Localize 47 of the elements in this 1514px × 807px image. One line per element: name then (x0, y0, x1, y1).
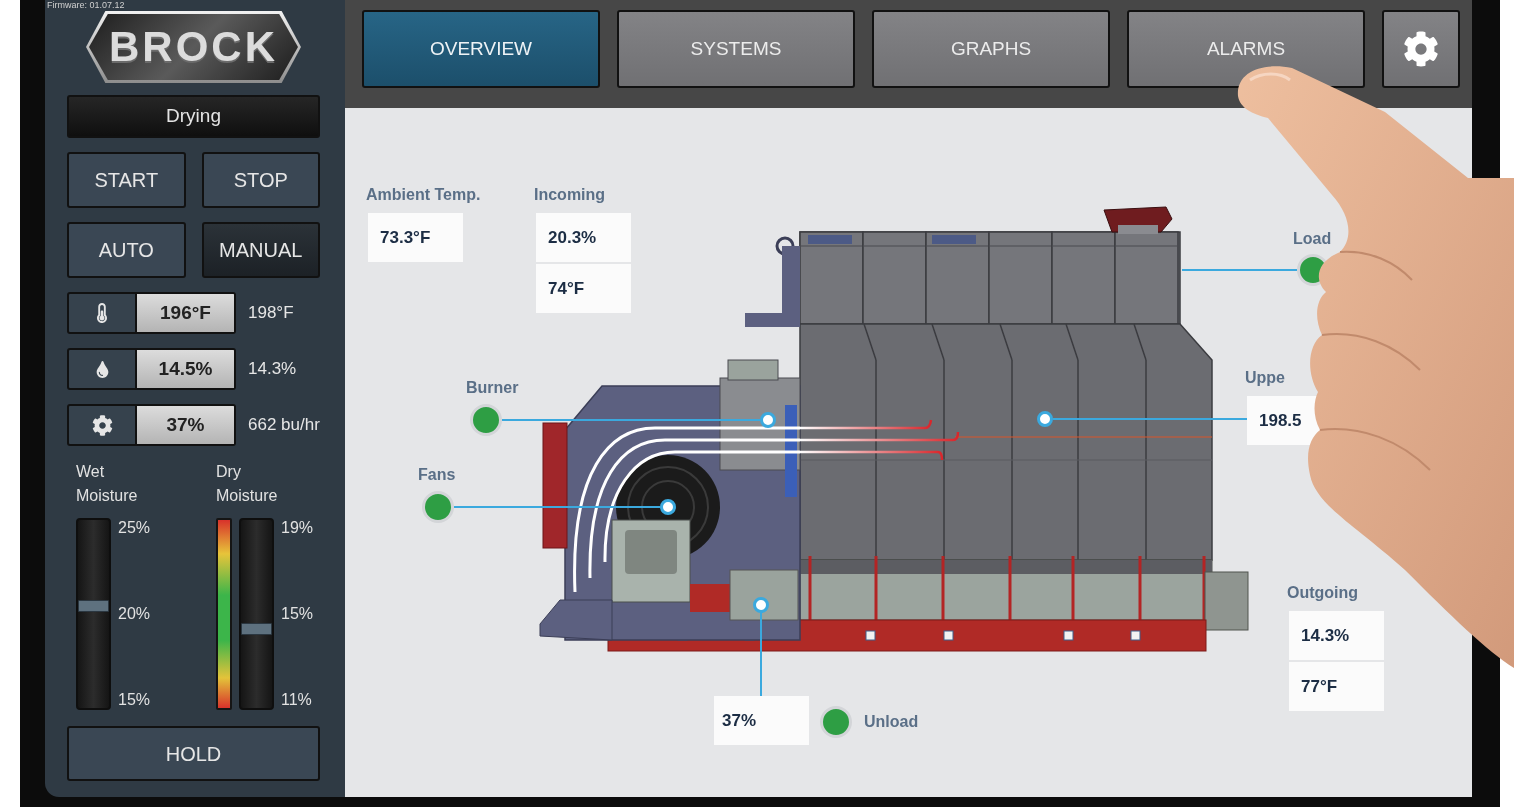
tab[interactable]: ALARMS (1127, 10, 1365, 88)
control-button[interactable]: START (67, 152, 186, 208)
readout-value: 14.5% (137, 348, 236, 390)
reading-value: 73.3°F (368, 213, 463, 262)
scale-label: 25% (118, 518, 151, 538)
scale-label: 15% (118, 690, 151, 710)
reading-value: 14.3% (1289, 611, 1384, 660)
slider-thumb[interactable] (241, 623, 272, 636)
slider-track[interactable] (76, 518, 111, 710)
callout-label: Incoming (534, 185, 607, 205)
callout-label: Uppe (1245, 368, 1286, 388)
scale-label: 20% (118, 604, 151, 624)
scale-label: 15% (281, 604, 314, 624)
indicator-label: Fans (418, 465, 456, 485)
scale-label: 11% (281, 690, 313, 710)
status-display: Drying (67, 95, 320, 138)
gear-icon (91, 414, 113, 436)
tab[interactable]: SYSTEMS (617, 10, 855, 88)
reading-value: 74°F (536, 264, 631, 313)
tab[interactable]: GRAPHS (872, 10, 1110, 88)
indicator-label: Unload (864, 712, 919, 732)
reading-value: 77°F (1289, 662, 1384, 711)
reading-value: 37% (714, 696, 809, 745)
readout-reading: 14.3% (248, 358, 297, 381)
slider-label: Dry Moisture (216, 462, 279, 506)
readout-reading: 662 bu/hr (248, 414, 320, 437)
settings-icon (1403, 31, 1439, 67)
callout-label: Outgoing (1287, 583, 1360, 603)
tab[interactable]: OVERVIEW (362, 10, 600, 88)
readout-value: 196°F (137, 292, 236, 334)
indicator-label: Burner (466, 378, 519, 398)
slider-label: Wet Moisture (76, 462, 139, 506)
settings-button[interactable] (1382, 10, 1460, 88)
firmware-version: Firmware: 01.07.12 (47, 0, 125, 10)
mode-button[interactable]: AUTO (67, 222, 186, 278)
slider-thumb[interactable] (78, 600, 109, 613)
readout-reading: 198°F (248, 302, 294, 325)
mode-button[interactable]: MANUAL (201, 222, 320, 278)
brand-logo: BROCK (86, 11, 301, 83)
readout-value: 37% (137, 404, 236, 446)
hold-button[interactable]: HOLD (67, 726, 320, 781)
callout-label: Ambient Temp. (366, 185, 481, 205)
reading-value: 20.3% (536, 213, 631, 262)
scale-label: 19% (281, 518, 314, 538)
indicator-label: Load (1293, 229, 1332, 249)
slider-track[interactable] (239, 518, 274, 710)
control-button[interactable]: STOP (201, 152, 320, 208)
